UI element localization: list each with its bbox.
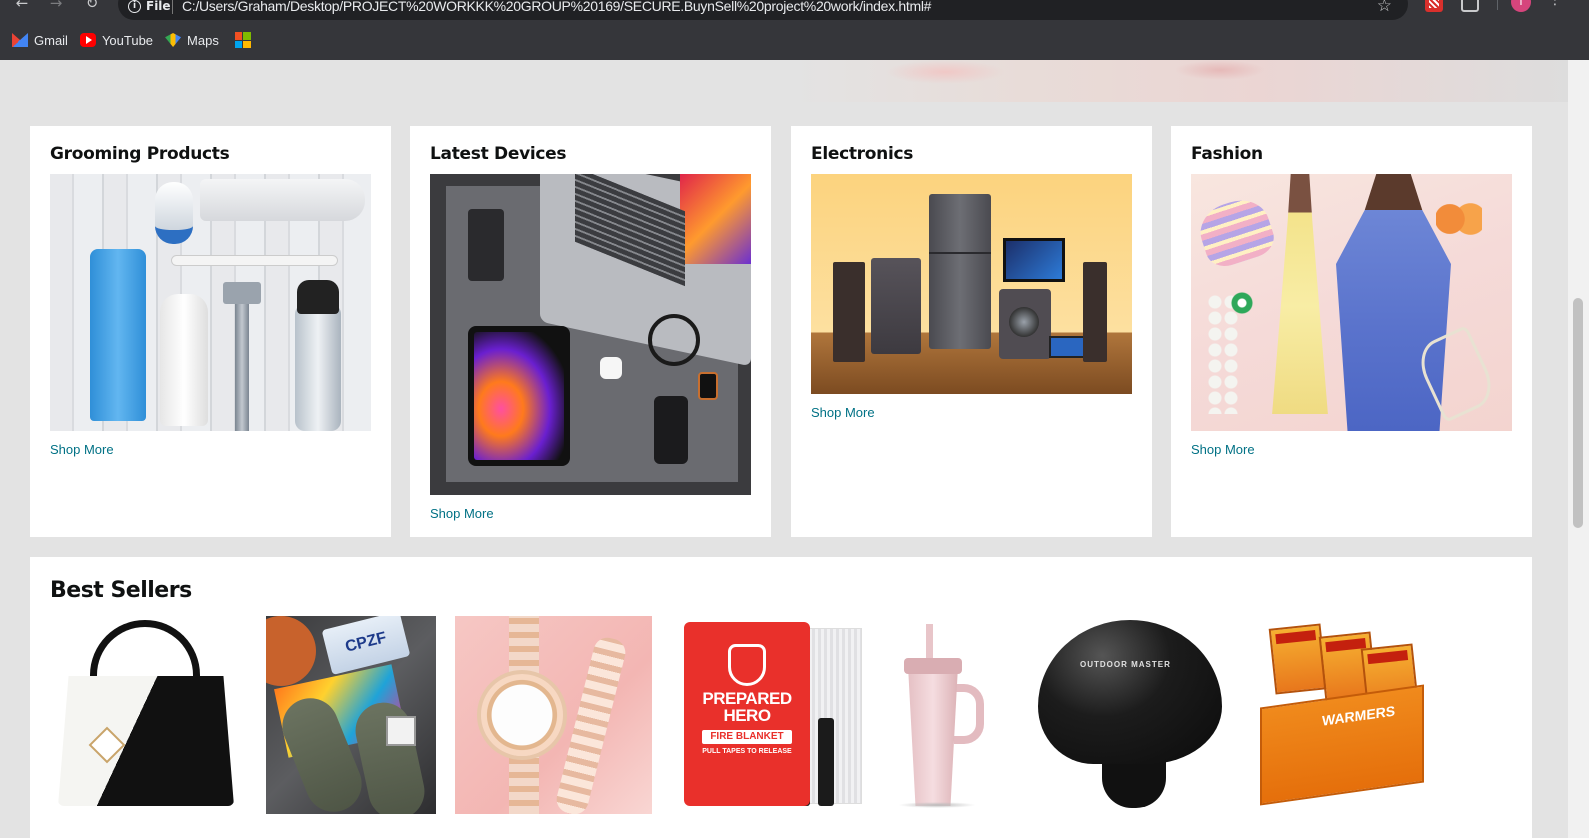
shop-more-link[interactable]: Shop More [430,506,751,521]
grooming-products-photo[interactable] [50,174,371,431]
hand-warmers-photo[interactable]: WARMERS [1256,616,1426,814]
shop-more-link[interactable]: Shop More [50,442,371,457]
ski-helmet-photo[interactable]: OUTDOOR MASTER [1032,616,1222,814]
bookmark-youtube[interactable]: YouTube [79,32,154,48]
scrollbar-thumb[interactable] [1573,298,1583,528]
address-divider [172,0,173,14]
home-electronics-photo[interactable] [811,174,1132,394]
license-plate-text: CPZF [321,616,411,675]
rose-gold-watch-photo[interactable] [455,616,652,814]
card-title: Latest Devices [430,144,567,164]
warmers-label: WARMERS [1322,702,1396,729]
maps-icon [165,33,182,47]
gmail-icon [12,33,28,47]
bookmark-maps[interactable]: Maps [165,33,219,48]
category-card-devices: Latest Devices Shop More [410,126,771,537]
reload-icon[interactable]: ↻ [82,0,102,12]
profile-avatar[interactable]: T [1511,0,1531,12]
page-scrollbar[interactable] [1568,60,1589,838]
extension-icon[interactable] [1425,0,1443,12]
blanket-label: FIRE BLANKET [702,730,792,744]
slides-photo[interactable]: CPZF [266,616,436,814]
browser-chrome: ← → ↻ i File C:/Users/Graham/Desktop/PRO… [0,0,1589,60]
category-card-grooming: Grooming Products Shop More [30,126,391,537]
youtube-icon [79,33,96,47]
shop-more-link[interactable]: Shop More [1191,442,1512,457]
fashion-models-photo[interactable] [1191,174,1512,431]
toolbar-divider [1497,0,1498,10]
info-icon[interactable]: i [128,0,141,13]
url-text[interactable]: C:/Users/Graham/Desktop/PROJECT%20WORKKK… [182,0,931,14]
microsoft-icon[interactable] [234,32,251,48]
tumbler-photo[interactable] [892,616,1002,814]
card-title: Electronics [811,144,914,164]
url-scheme-label: File [146,0,171,13]
address-bar[interactable]: i File C:/Users/Graham/Desktop/PROJECT%2… [118,0,1408,20]
back-arrow-icon[interactable]: ← [12,0,32,12]
card-title: Fashion [1191,144,1263,164]
fire-blanket-package: PREPARED HERO FIRE BLANKET PULL TAPES TO… [684,622,810,806]
page-content: Grooming Products Shop More Latest Devic… [0,60,1568,838]
forward-arrow-icon[interactable]: → [46,0,66,12]
blanket-note: PULL TAPES TO RELEASE [702,748,792,755]
bookmark-star-icon[interactable]: ☆ [1377,0,1392,16]
bookmark-label: Gmail [34,32,68,48]
helmet-brand: OUTDOOR MASTER [1080,660,1171,669]
blanket-brand: PREPARED HERO [702,689,792,725]
bookmark-label: YouTube [101,32,154,48]
extensions-puzzle-icon[interactable] [1461,0,1479,12]
flame-shield-icon [728,644,766,686]
category-card-fashion: Fashion Shop More [1171,126,1532,537]
warmers-box: WARMERS [1260,684,1424,806]
hero-banner-image [795,60,1568,102]
category-card-electronics: Electronics Shop More [791,126,1152,537]
bookmarks-bar: Gmail YouTube Maps [0,28,251,52]
best-sellers-section: Best Sellers CPZF PREPARED HERO FIRE BLA… [30,557,1532,838]
card-title: Grooming Products [50,144,230,164]
bookmark-label: Maps [187,32,219,48]
fire-blanket-photo[interactable]: PREPARED HERO FIRE BLANKET PULL TAPES TO… [678,616,864,814]
browser-menu-icon[interactable]: ⋮ [1548,0,1562,8]
shop-more-link[interactable]: Shop More [811,405,1132,420]
section-title: Best Sellers [50,578,192,603]
bookmark-gmail[interactable]: Gmail [12,33,68,48]
devices-flatlay-photo[interactable] [430,174,751,495]
handbag-photo[interactable] [50,616,246,814]
